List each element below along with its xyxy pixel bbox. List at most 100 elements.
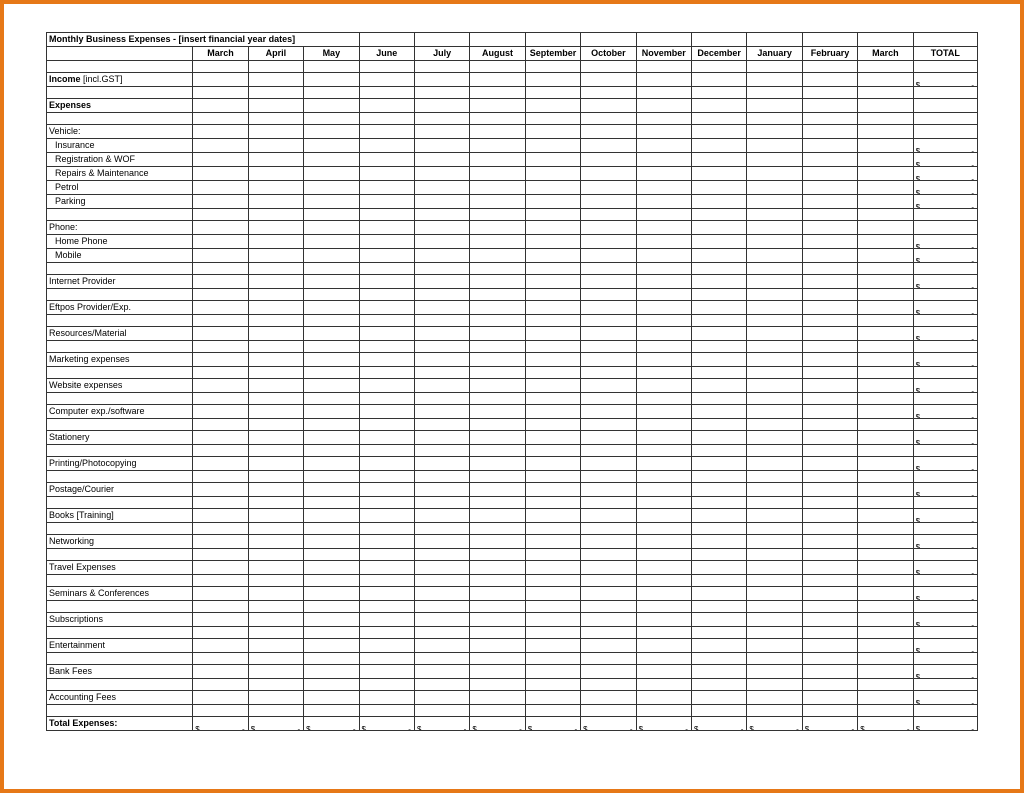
data-cell[interactable]: [470, 379, 525, 393]
data-cell[interactable]: [359, 249, 414, 263]
data-cell[interactable]: [359, 139, 414, 153]
data-cell[interactable]: [747, 73, 802, 87]
data-cell[interactable]: [193, 405, 248, 419]
data-cell[interactable]: [248, 181, 303, 195]
data-cell[interactable]: [691, 587, 746, 601]
data-cell[interactable]: [747, 301, 802, 315]
data-cell[interactable]: [525, 139, 580, 153]
data-cell[interactable]: [581, 301, 636, 315]
data-cell[interactable]: [858, 195, 913, 209]
data-cell[interactable]: [747, 613, 802, 627]
data-cell[interactable]: [193, 561, 248, 575]
data-cell[interactable]: [636, 139, 691, 153]
data-cell[interactable]: [470, 561, 525, 575]
data-cell[interactable]: [414, 327, 469, 341]
data-cell[interactable]: [858, 561, 913, 575]
data-cell[interactable]: [581, 483, 636, 497]
data-cell[interactable]: [304, 167, 359, 181]
data-cell[interactable]: [193, 353, 248, 367]
data-cell[interactable]: [636, 665, 691, 679]
data-cell[interactable]: [304, 457, 359, 471]
data-cell[interactable]: [304, 139, 359, 153]
data-cell[interactable]: [304, 195, 359, 209]
data-cell[interactable]: [359, 483, 414, 497]
data-cell[interactable]: [248, 301, 303, 315]
data-cell[interactable]: [747, 221, 802, 235]
data-cell[interactable]: [193, 431, 248, 445]
data-cell[interactable]: [304, 73, 359, 87]
data-cell[interactable]: [636, 613, 691, 627]
data-cell[interactable]: [304, 153, 359, 167]
data-cell[interactable]: [414, 275, 469, 289]
data-cell[interactable]: [858, 181, 913, 195]
data-cell[interactable]: [747, 353, 802, 367]
data-cell[interactable]: [359, 301, 414, 315]
data-cell[interactable]: [359, 535, 414, 549]
data-cell[interactable]: [359, 405, 414, 419]
data-cell[interactable]: [525, 327, 580, 341]
data-cell[interactable]: [304, 405, 359, 419]
data-cell[interactable]: [636, 483, 691, 497]
data-cell[interactable]: [858, 535, 913, 549]
data-cell[interactable]: [636, 405, 691, 419]
data-cell[interactable]: [359, 587, 414, 601]
data-cell[interactable]: [747, 153, 802, 167]
data-cell[interactable]: [525, 405, 580, 419]
data-cell[interactable]: [747, 249, 802, 263]
data-cell[interactable]: [470, 99, 525, 113]
data-cell[interactable]: [193, 99, 248, 113]
data-cell[interactable]: [858, 235, 913, 249]
data-cell[interactable]: [858, 275, 913, 289]
data-cell[interactable]: [581, 535, 636, 549]
data-cell[interactable]: [193, 167, 248, 181]
data-cell[interactable]: [747, 195, 802, 209]
data-cell[interactable]: [581, 139, 636, 153]
data-cell[interactable]: [691, 167, 746, 181]
data-cell[interactable]: [248, 561, 303, 575]
data-cell[interactable]: [304, 301, 359, 315]
data-cell[interactable]: [304, 99, 359, 113]
data-cell[interactable]: [858, 509, 913, 523]
data-cell[interactable]: [858, 483, 913, 497]
data-cell[interactable]: [581, 153, 636, 167]
data-cell[interactable]: [193, 195, 248, 209]
data-cell[interactable]: [414, 483, 469, 497]
data-cell[interactable]: [304, 535, 359, 549]
data-cell[interactable]: [193, 153, 248, 167]
data-cell[interactable]: [691, 249, 746, 263]
data-cell[interactable]: [802, 73, 857, 87]
data-cell[interactable]: [248, 99, 303, 113]
data-cell[interactable]: [691, 235, 746, 249]
data-cell[interactable]: [304, 125, 359, 139]
data-cell[interactable]: [636, 181, 691, 195]
data-cell[interactable]: [470, 301, 525, 315]
data-cell[interactable]: [470, 665, 525, 679]
data-cell[interactable]: [248, 431, 303, 445]
data-cell[interactable]: [636, 327, 691, 341]
data-cell[interactable]: [581, 457, 636, 471]
data-cell[interactable]: [248, 139, 303, 153]
data-cell[interactable]: [636, 431, 691, 445]
data-cell[interactable]: [248, 379, 303, 393]
data-cell[interactable]: [747, 665, 802, 679]
data-cell[interactable]: [525, 665, 580, 679]
data-cell[interactable]: [747, 535, 802, 549]
data-cell[interactable]: [193, 275, 248, 289]
data-cell[interactable]: [193, 301, 248, 315]
data-cell[interactable]: [636, 153, 691, 167]
data-cell[interactable]: [414, 181, 469, 195]
data-cell[interactable]: [636, 379, 691, 393]
data-cell[interactable]: [581, 99, 636, 113]
data-cell[interactable]: [636, 457, 691, 471]
data-cell[interactable]: [802, 561, 857, 575]
data-cell[interactable]: [470, 195, 525, 209]
data-cell[interactable]: [802, 301, 857, 315]
data-cell[interactable]: [858, 691, 913, 705]
data-cell[interactable]: [581, 405, 636, 419]
data-cell[interactable]: [359, 73, 414, 87]
data-cell[interactable]: [470, 181, 525, 195]
data-cell[interactable]: [525, 379, 580, 393]
data-cell[interactable]: [525, 73, 580, 87]
data-cell[interactable]: [581, 249, 636, 263]
data-cell[interactable]: [359, 221, 414, 235]
